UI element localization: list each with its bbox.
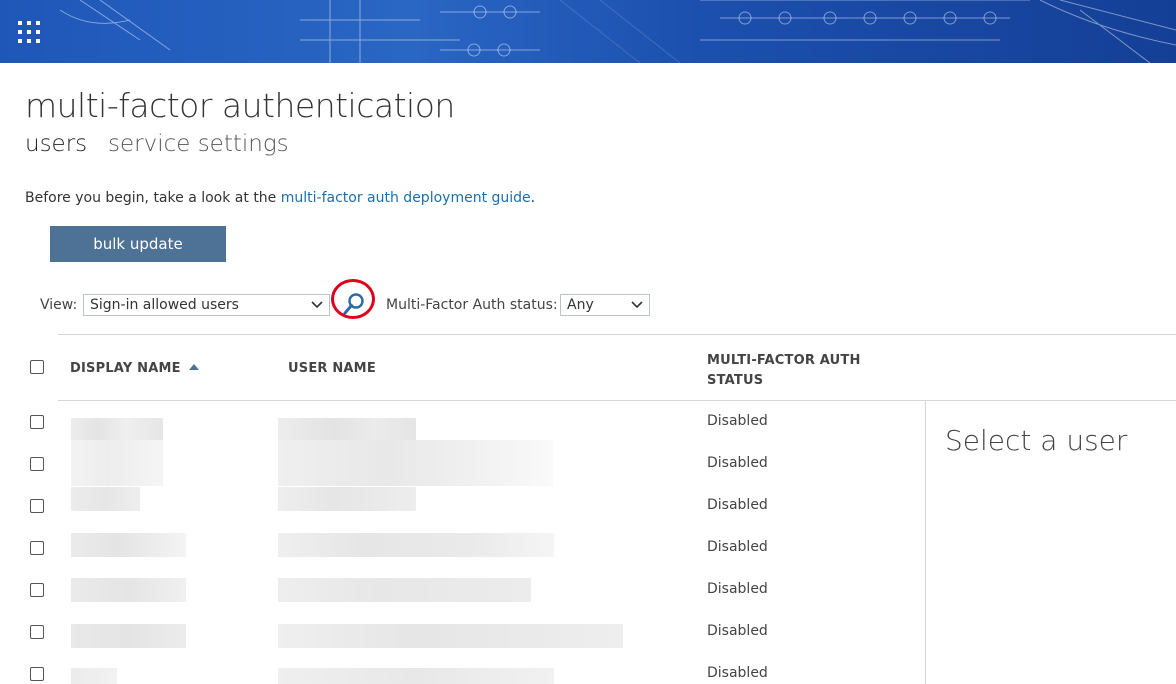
intro-text-prefix: Before you begin, take a look at the — [25, 190, 281, 206]
view-select-value: Sign-in allowed users — [90, 297, 239, 313]
header-banner — [0, 0, 1176, 63]
column-header-display-name[interactable]: DISPLAY NAME — [70, 361, 199, 376]
column-header-user-name[interactable]: USER NAME — [288, 361, 376, 376]
search-icon[interactable] — [338, 290, 368, 320]
redacted-user-name — [278, 418, 416, 442]
deployment-guide-link[interactable]: multi-factor auth deployment guide — [281, 190, 531, 206]
intro-text-suffix: . — [530, 190, 536, 206]
redacted-display-name — [71, 668, 117, 684]
mfa-status-cell: Disabled — [707, 497, 768, 513]
chevron-down-icon — [631, 301, 643, 309]
select-all-checkbox[interactable] — [30, 360, 44, 374]
redacted-user-name — [278, 440, 553, 486]
redacted-user-name — [278, 578, 531, 602]
redacted-user-name — [278, 624, 623, 648]
redacted-display-name — [71, 418, 163, 442]
page-title: multi-factor authentication — [25, 86, 455, 125]
column-header-mfa-status[interactable]: MULTI-FACTOR AUTH STATUS — [707, 351, 861, 391]
redacted-display-name — [71, 624, 186, 648]
column-header-display-name-label: DISPLAY NAME — [70, 361, 181, 376]
mfa-status-cell: Disabled — [707, 581, 768, 597]
row-checkbox[interactable] — [30, 457, 44, 471]
column-header-mfa-status-line2: STATUS — [707, 373, 764, 388]
sort-ascending-icon — [188, 364, 199, 370]
column-header-mfa-status-line1: MULTI-FACTOR AUTH — [707, 353, 861, 368]
redacted-display-name — [71, 440, 163, 486]
mfa-status-label: Multi-Factor Auth status: — [386, 297, 558, 313]
mfa-status-select[interactable]: Any — [560, 294, 650, 316]
mfa-status-cell: Disabled — [707, 665, 768, 681]
bulk-update-button[interactable]: bulk update — [50, 226, 226, 262]
mfa-status-select-value: Any — [567, 297, 594, 313]
view-label: View: — [40, 297, 78, 313]
detail-panel-placeholder: Select a user — [945, 424, 1128, 457]
row-checkbox[interactable] — [30, 499, 44, 513]
tab-service-settings[interactable]: service settings — [108, 131, 289, 157]
table-top-divider — [58, 334, 1176, 335]
row-checkbox[interactable] — [30, 625, 44, 639]
mfa-status-cell: Disabled — [707, 623, 768, 639]
app-launcher-icon[interactable] — [18, 21, 40, 43]
row-checkbox[interactable] — [30, 415, 44, 429]
blueprint-pattern — [59, 0, 1176, 63]
chevron-down-icon — [311, 301, 323, 309]
row-checkbox[interactable] — [30, 667, 44, 681]
row-checkbox[interactable] — [30, 583, 44, 597]
detail-panel-divider — [925, 401, 926, 684]
mfa-status-cell: Disabled — [707, 455, 768, 471]
redacted-display-name — [71, 533, 186, 557]
row-checkbox[interactable] — [30, 541, 44, 555]
table-header-divider — [58, 400, 1176, 401]
redacted-user-name — [278, 487, 416, 511]
redacted-user-name — [278, 668, 554, 684]
tab-users[interactable]: users — [25, 131, 87, 157]
mfa-status-cell: Disabled — [707, 413, 768, 429]
view-select[interactable]: Sign-in allowed users — [83, 294, 330, 316]
mfa-status-cell: Disabled — [707, 539, 768, 555]
redacted-display-name — [71, 578, 186, 602]
intro-text: Before you begin, take a look at the mul… — [25, 190, 535, 206]
redacted-user-name — [278, 533, 554, 557]
redacted-display-name — [71, 487, 140, 511]
